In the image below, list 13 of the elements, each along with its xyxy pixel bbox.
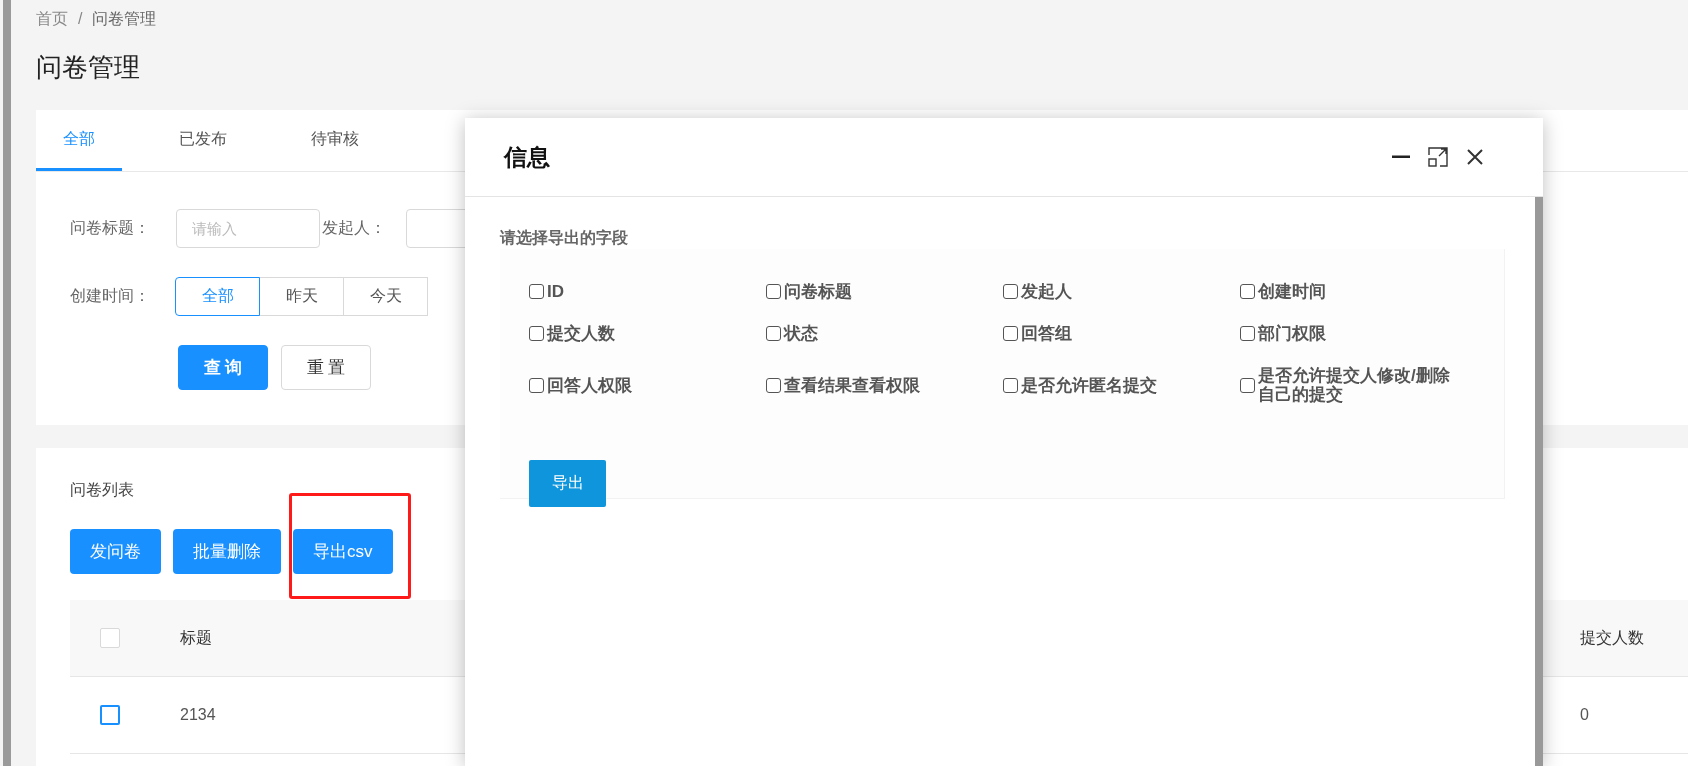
field-label: 问卷标题： [70, 218, 151, 238]
column-header: 提交人数 [1580, 627, 1645, 648]
field-label: 创建时间： [70, 286, 151, 306]
prompt-text: 请选择导出的字段 [500, 228, 629, 248]
column-header: 标题 [180, 627, 213, 648]
page-title: 问卷管理 [36, 51, 141, 84]
dialog-title: 信息 [504, 142, 551, 172]
breadcrumb-current: 问卷管理 [92, 8, 157, 29]
table-cell-text: 0 [1580, 706, 1590, 724]
table-cell-text: 2134 [180, 706, 217, 724]
field-label: 发起人： [322, 218, 386, 238]
breadcrumb-separator: / [78, 10, 83, 28]
section-title: 问卷列表 [70, 480, 134, 500]
